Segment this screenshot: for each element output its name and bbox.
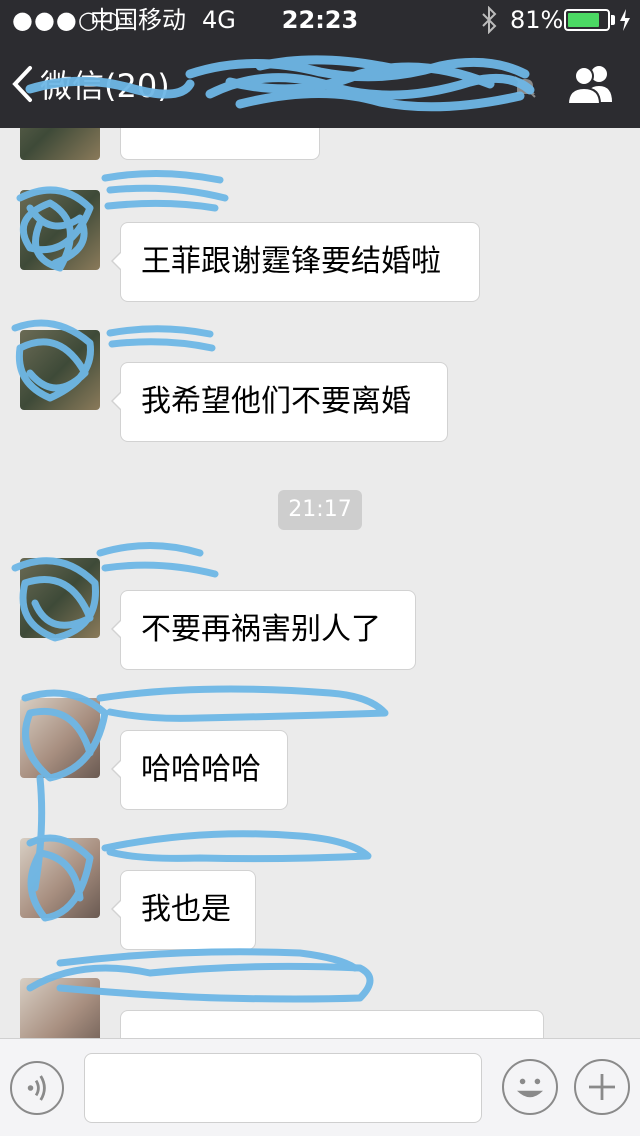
group-members-icon[interactable] — [566, 62, 616, 106]
emoji-button[interactable] — [502, 1059, 558, 1115]
avatar[interactable] — [20, 558, 100, 638]
avatar[interactable] — [20, 128, 100, 160]
nav-bar: 微信(20) — [0, 40, 640, 128]
top-bar: ●●●○○ 中国移动 4G 22:23 81% 微信(20) — [0, 0, 640, 128]
avatar[interactable] — [20, 330, 100, 410]
message-bubble[interactable]: 哈哈哈哈 — [111, 730, 288, 810]
message-bubble[interactable] — [111, 128, 320, 160]
voice-button[interactable] — [10, 1061, 64, 1115]
chat-title — [210, 62, 510, 106]
battery-icon — [564, 9, 610, 31]
status-bar: ●●●○○ 中国移动 4G 22:23 81% — [0, 0, 640, 40]
avatar[interactable] — [20, 698, 100, 778]
battery-percent: 81% — [510, 6, 564, 34]
message: 我希望他们不要离婚 — [0, 326, 640, 446]
network-type: 4G — [202, 6, 236, 34]
message-input[interactable] — [84, 1053, 482, 1123]
bluetooth-icon — [482, 6, 497, 34]
message-bubble[interactable]: 不要再祸害别人了 — [111, 590, 416, 670]
back-label: 微信(20) — [40, 67, 170, 105]
mute-icon — [514, 76, 536, 98]
carrier-name: 中国移动 — [90, 6, 186, 34]
message-bubble[interactable]: 我希望他们不要离婚 — [111, 362, 448, 442]
emoji-icon — [517, 1078, 543, 1098]
chat-timestamp: 21:17 — [278, 490, 362, 530]
input-bar — [0, 1038, 640, 1136]
charging-bolt-icon — [620, 9, 630, 31]
message-bubble[interactable] — [120, 1010, 544, 1038]
message-bubble[interactable]: 王菲跟谢霆锋要结婚啦 — [111, 222, 480, 302]
avatar[interactable] — [20, 978, 100, 1038]
chat-area[interactable]: 王菲跟谢霆锋要结婚啦 我希望他们不要离婚 21:17 不要再祸害别人了 哈哈哈哈… — [0, 128, 640, 1038]
message — [0, 128, 640, 160]
plus-icon — [589, 1074, 615, 1100]
avatar[interactable] — [20, 190, 100, 270]
battery-level-fill — [568, 13, 599, 27]
message: 哈哈哈哈 — [0, 694, 640, 814]
back-button[interactable]: 微信(20) — [10, 58, 200, 110]
message: 不要再祸害别人了 — [0, 554, 640, 674]
message — [0, 974, 640, 1038]
avatar[interactable] — [20, 838, 100, 918]
voice-icon — [27, 1075, 46, 1101]
more-button[interactable] — [574, 1059, 630, 1115]
back-chevron-icon — [12, 66, 32, 102]
message: 我也是 — [0, 834, 640, 954]
message-bubble[interactable]: 我也是 — [111, 870, 256, 950]
battery-tip — [611, 15, 615, 25]
message: 王菲跟谢霆锋要结婚啦 — [0, 186, 640, 306]
